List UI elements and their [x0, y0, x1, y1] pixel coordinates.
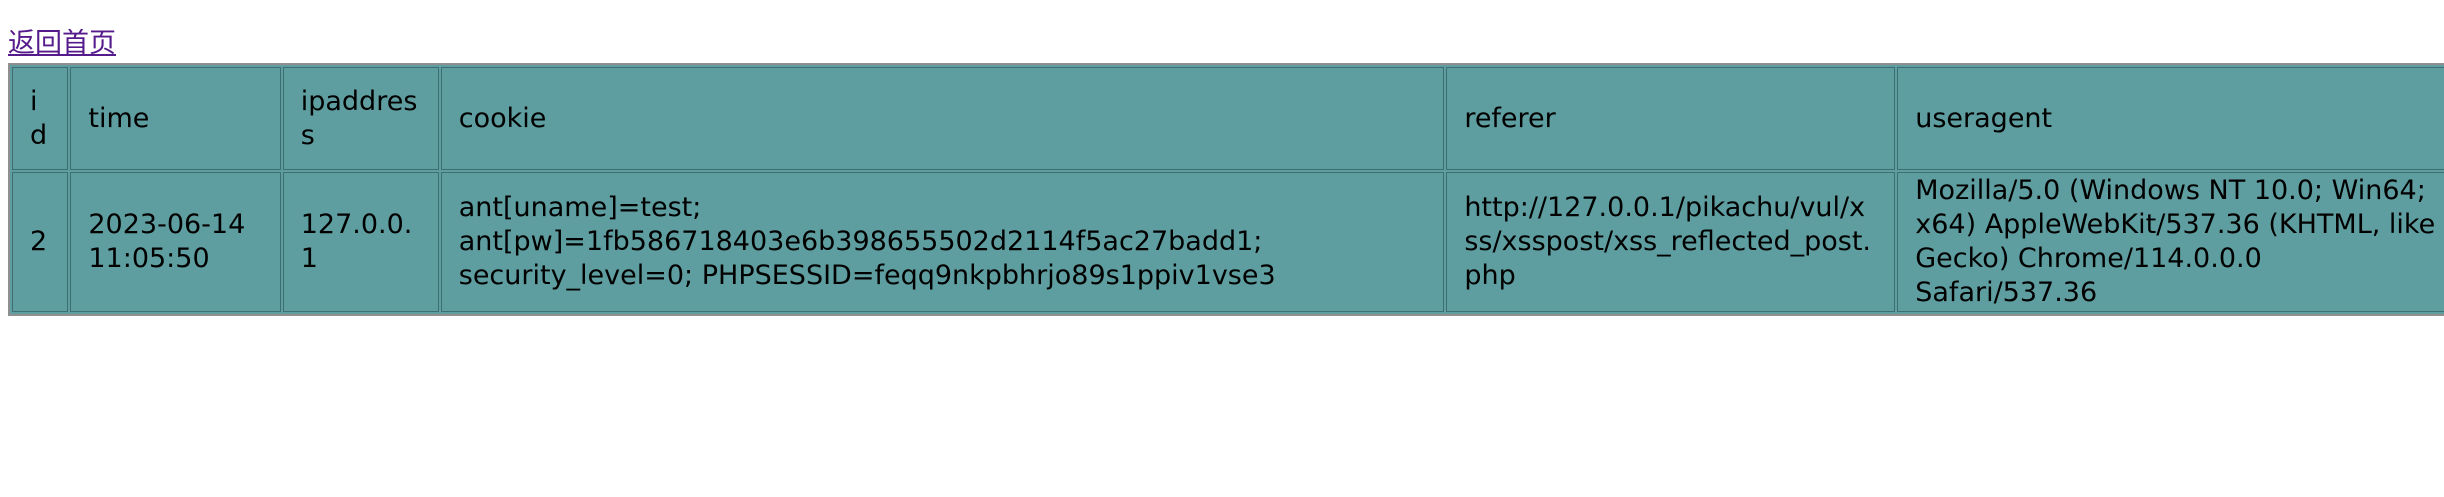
log-table: id time ipaddress cookie referer userage… [8, 63, 2444, 316]
header-id: id [12, 67, 69, 171]
table-row: 2 2023-06-14 11:05:50 127.0.0.1 ant[unam… [12, 172, 2444, 312]
cell-id: 2 [12, 172, 69, 312]
header-time: time [70, 67, 281, 171]
cell-useragent: Mozilla/5.0 (Windows NT 10.0; Win64; x64… [1897, 172, 2444, 312]
header-cookie: cookie [440, 67, 1445, 171]
cell-referer: http://127.0.0.1/pikachu/vul/xss/xsspost… [1446, 172, 1896, 312]
log-table-container: id time ipaddress cookie referer userage… [8, 63, 2444, 316]
back-home-link[interactable]: 返回首页 [8, 27, 116, 61]
header-referer: referer [1446, 67, 1896, 171]
header-useragent: useragent [1897, 67, 2444, 171]
cell-cookie: ant[uname]=test; ant[pw]=1fb586718403e6b… [440, 172, 1445, 312]
cell-ipaddress: 127.0.0.1 [282, 172, 439, 312]
header-ipaddress: ipaddress [282, 67, 439, 171]
cell-time: 2023-06-14 11:05:50 [70, 172, 281, 312]
table-header-row: id time ipaddress cookie referer userage… [12, 67, 2444, 171]
